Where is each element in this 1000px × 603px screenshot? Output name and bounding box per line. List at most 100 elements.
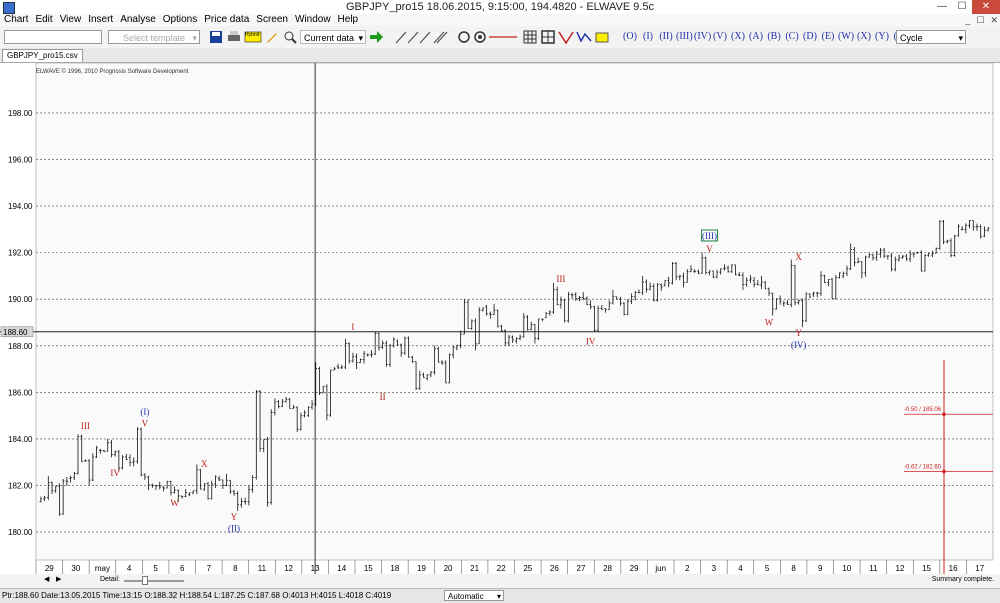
wave-label: II [380, 392, 386, 402]
chevron-down-icon: ▾ [496, 592, 501, 601]
status-bar: Ptr:188.60 Date:13.05.2015 Time:13:15 O:… [0, 588, 1000, 603]
menu-screen[interactable]: Screen [256, 14, 288, 26]
x-tick-label: 6 [180, 564, 185, 573]
fan-icon [558, 31, 574, 45]
wave-button[interactable]: (I) [640, 30, 656, 44]
x-tick-label: 17 [975, 564, 984, 573]
wave-button[interactable]: (B) [766, 30, 782, 44]
zoom-icon [284, 31, 297, 44]
print-icon [228, 31, 240, 41]
chart-area[interactable]: ELWAVE © 1996, 2010 Prognosis Software D… [0, 62, 1000, 575]
menu-chart[interactable]: Chart [4, 14, 28, 26]
wave-label: (III) [702, 231, 717, 241]
save-icon [210, 31, 222, 43]
x-tick-label: 25 [523, 564, 532, 573]
pencil-button[interactable] [264, 29, 280, 45]
print-button[interactable] [226, 29, 242, 45]
maximize-button[interactable]: ☐ [952, 0, 972, 14]
menu-insert[interactable]: Insert [88, 14, 113, 26]
go-button[interactable] [368, 29, 384, 45]
hybrid-label: Hybrid [245, 32, 260, 38]
fib-level-dot [942, 412, 946, 417]
close-button[interactable]: ✕ [972, 0, 1000, 14]
mdi-minimize-button[interactable]: _ [965, 14, 970, 26]
menu-window[interactable]: Window [295, 14, 331, 26]
wave-label: X [795, 252, 802, 262]
menu-price-data[interactable]: Price data [204, 14, 249, 26]
circle-tool-button[interactable] [456, 29, 472, 45]
save-button[interactable] [208, 29, 224, 45]
pencil-icon [267, 33, 277, 43]
x-tick-label: 5 [153, 564, 158, 573]
mdi-restore-button[interactable]: ☐ [976, 14, 984, 26]
wave-button[interactable]: (II) [658, 30, 674, 44]
y-tick-label: 182.00 [8, 481, 33, 490]
window-controls: — ☐ ✕ [932, 0, 1000, 14]
x-tick-label: 26 [550, 564, 559, 573]
x-tick-label: 11 [869, 564, 878, 573]
mdi-close-button[interactable]: ✕ [990, 14, 998, 26]
drawing-tools[interactable] [394, 29, 454, 45]
x-tick-label: 19 [417, 564, 426, 573]
highlight-button[interactable] [594, 29, 610, 45]
wave-label: IV [110, 468, 120, 478]
detail-bar: ◀ ▶ Detail: Summary complete. [0, 574, 1000, 588]
degree-select-label: Cycle [900, 33, 923, 43]
wave-button[interactable]: (O) [622, 30, 638, 44]
symbol-input[interactable] [4, 30, 102, 44]
fan-tool-button[interactable] [558, 29, 574, 45]
x-tick-label: 11 [258, 564, 267, 573]
y-tick-label: 186.00 [8, 388, 33, 397]
mode-select[interactable]: Automatic ▾ [444, 590, 504, 601]
tab-chart-file[interactable]: GBPJPY_pro15.csv [2, 49, 83, 63]
wave-button[interactable]: (III) [676, 30, 693, 44]
x-tick-label: 2 [685, 564, 690, 573]
table-icon [541, 30, 555, 44]
detail-slider-track[interactable] [124, 580, 184, 582]
wave-label: (I) [140, 407, 149, 417]
x-tick-label: 20 [444, 564, 453, 573]
ellipse-tool-button[interactable] [472, 29, 488, 45]
detail-slider-handle[interactable] [142, 576, 148, 585]
grid-button[interactable] [522, 29, 538, 45]
title-bar: GBPJPY_pro15 18.06.2015, 9:15:00, 194.48… [0, 0, 1000, 14]
wave-button[interactable]: (E) [820, 30, 836, 44]
wave-button[interactable]: (C) [784, 30, 800, 44]
price-chart[interactable]: 198.00 196.00 194.00 192.00 190.00 188.00 186.… [0, 62, 1000, 575]
wave-button[interactable]: (X) [730, 30, 746, 44]
fib-level-label: -0.62 / 182.60 [904, 465, 942, 471]
wave-button[interactable]: (A) [748, 30, 764, 44]
current-price-label: 188.60 [3, 328, 28, 337]
minimize-button[interactable]: — [932, 0, 952, 14]
wave-button[interactable]: (V) [712, 30, 728, 44]
hline-tool-button[interactable] [488, 29, 518, 45]
menu-options[interactable]: Options [163, 14, 197, 26]
wave-button[interactable]: (X) [856, 30, 872, 44]
zoom-button[interactable] [282, 29, 298, 45]
window-title: GBPJPY_pro15 18.06.2015, 9:15:00, 194.48… [346, 1, 654, 13]
menu-analyse[interactable]: Analyse [120, 14, 156, 26]
wave-button[interactable]: (Y) [874, 30, 890, 44]
menu-edit[interactable]: Edit [35, 14, 52, 26]
wave-button[interactable]: (IV) [694, 30, 711, 44]
wave-button[interactable]: (W) [838, 30, 854, 44]
x-tick-label: 28 [603, 564, 612, 573]
scroll-right-icon[interactable]: ▶ [56, 575, 61, 583]
table-button[interactable] [540, 29, 556, 45]
wave-button[interactable]: (D) [802, 30, 818, 44]
grid-icon [523, 30, 537, 44]
data-select[interactable]: Current data ▾ [300, 30, 366, 44]
wave-tool-button[interactable] [576, 29, 592, 45]
degree-select[interactable]: Cycle ▾ [896, 30, 966, 44]
menu-help[interactable]: Help [338, 14, 359, 26]
template-select[interactable]: Select template ▾ [108, 30, 200, 44]
y-tick-label: 192.00 [8, 249, 33, 258]
ellipse-icon [474, 31, 486, 43]
detail-label: Detail: [100, 576, 120, 583]
y-tick-label: 190.00 [8, 295, 33, 304]
x-tick-label: 18 [390, 564, 399, 573]
menu-view[interactable]: View [60, 14, 82, 26]
hybrid-button[interactable]: Hybrid [244, 29, 262, 45]
scroll-left-icon[interactable]: ◀ [44, 575, 49, 583]
wave-label: (II) [228, 524, 240, 534]
